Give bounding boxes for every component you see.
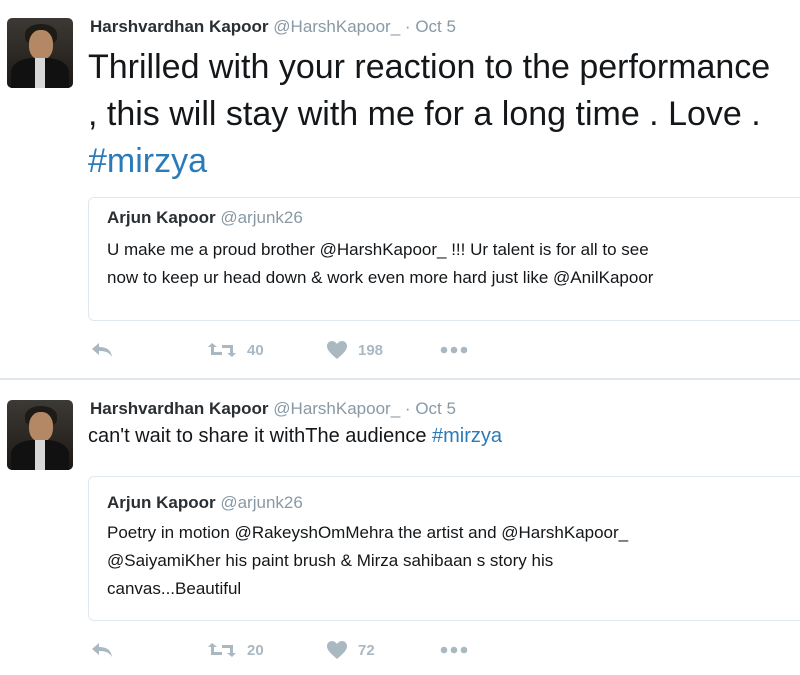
quoted-author-name[interactable]: Arjun Kapoor xyxy=(107,208,216,227)
author-name[interactable]: Harshvardhan Kapoor xyxy=(90,399,269,418)
tweet-text: can't wait to share it withThe audience … xyxy=(88,425,502,448)
quoted-text-line: U make me a proud brother @HarshKapoor_ … xyxy=(107,240,649,259)
tweet-header: Harshvardhan Kapoor @HarshKapoor_ · Oct … xyxy=(90,399,456,419)
quoted-tweet[interactable]: Arjun Kapoor @arjunk26 U make me a proud… xyxy=(88,197,800,321)
tweet-actions: 20 72 xyxy=(90,638,490,662)
like-count: 198 xyxy=(358,341,384,359)
like-button[interactable]: 198 xyxy=(326,338,383,362)
heart-icon xyxy=(327,641,347,659)
hashtag-link[interactable]: #mirzya xyxy=(88,142,207,180)
hashtag-link[interactable]: #mirzya xyxy=(432,425,502,447)
quoted-text-line: Poetry in motion @RakeyshOmMehra the art… xyxy=(107,523,629,542)
reply-icon xyxy=(92,643,112,657)
reply-button[interactable] xyxy=(90,638,114,662)
tweet-text-body: Thrilled with your reaction to the perfo… xyxy=(88,48,771,133)
author-handle[interactable]: @HarshKapoor_ xyxy=(273,17,400,36)
tweet-text: Thrilled with your reaction to the perfo… xyxy=(88,44,788,185)
more-button[interactable] xyxy=(440,338,468,362)
quoted-tweet-text: U make me a proud brother @HarshKapoor_ … xyxy=(107,236,787,292)
retweet-button[interactable]: 20 xyxy=(207,638,264,662)
like-count: 72 xyxy=(358,641,375,659)
heart-icon xyxy=(327,341,347,359)
quoted-tweet-text: Poetry in motion @RakeyshOmMehra the art… xyxy=(107,519,787,603)
more-button[interactable] xyxy=(440,638,468,662)
more-icon xyxy=(440,646,468,654)
author-name[interactable]: Harshvardhan Kapoor xyxy=(90,17,269,36)
more-icon xyxy=(440,346,468,354)
retweet-count: 40 xyxy=(247,341,264,359)
quoted-text-line: now to keep ur head down & work even mor… xyxy=(107,268,654,287)
avatar[interactable] xyxy=(7,400,73,470)
quoted-author-name[interactable]: Arjun Kapoor xyxy=(107,493,216,512)
separator: · xyxy=(404,17,411,36)
quoted-tweet-header: Arjun Kapoor @arjunk26 xyxy=(107,493,303,513)
tweet-header: Harshvardhan Kapoor @HarshKapoor_ · Oct … xyxy=(90,17,456,37)
author-handle[interactable]: @HarshKapoor_ xyxy=(273,399,400,418)
quoted-text-line: canvas...Beautiful xyxy=(107,579,242,598)
retweet-icon xyxy=(208,343,236,357)
quoted-author-handle[interactable]: @arjunk26 xyxy=(220,493,302,512)
tweet-date[interactable]: Oct 5 xyxy=(415,399,456,418)
quoted-text-line: @SaiyamiKher his paint brush & Mirza sah… xyxy=(107,551,554,570)
like-button[interactable]: 72 xyxy=(326,638,375,662)
tweet-actions: 40 198 xyxy=(90,338,490,362)
retweet-button[interactable]: 40 xyxy=(207,338,264,362)
tweet: Harshvardhan Kapoor @HarshKapoor_ · Oct … xyxy=(0,0,800,378)
retweet-icon xyxy=(208,643,236,657)
quoted-author-handle[interactable]: @arjunk26 xyxy=(220,208,302,227)
quoted-tweet[interactable]: Arjun Kapoor @arjunk26 Poetry in motion … xyxy=(88,476,800,621)
reply-button[interactable] xyxy=(90,338,114,362)
separator: · xyxy=(404,399,411,418)
retweet-count: 20 xyxy=(247,641,264,659)
avatar[interactable] xyxy=(7,18,73,88)
quoted-tweet-header: Arjun Kapoor @arjunk26 xyxy=(107,208,303,228)
tweet-text-body: can't wait to share it withThe audience xyxy=(88,425,427,447)
tweet-date[interactable]: Oct 5 xyxy=(415,17,456,36)
reply-icon xyxy=(92,343,112,357)
